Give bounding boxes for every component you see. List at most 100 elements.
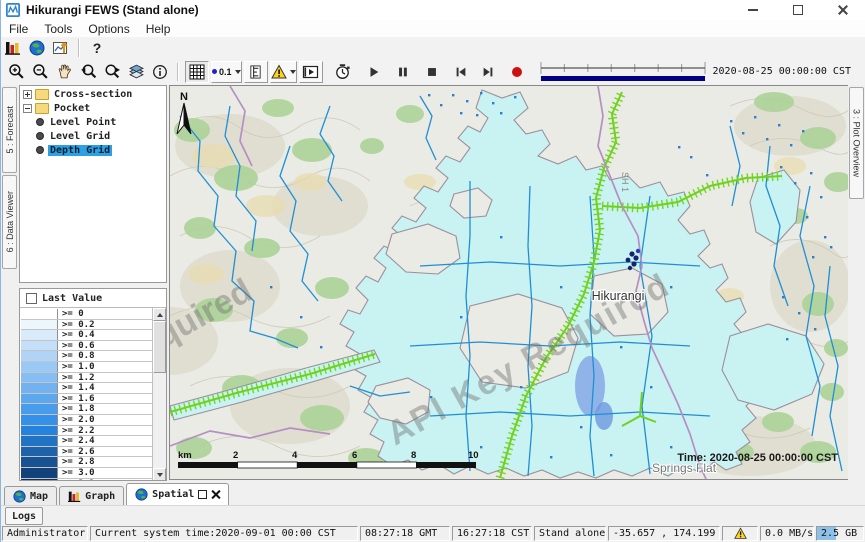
menu-file[interactable]: File <box>1 21 36 37</box>
menu-options[interactable]: Options <box>80 21 137 37</box>
menu-tools[interactable]: Tools <box>36 21 80 37</box>
warning-triangle-icon <box>734 527 747 540</box>
tree-item-pocket[interactable]: Pocket <box>20 102 166 114</box>
movie-icon <box>302 64 319 80</box>
close-button[interactable] <box>820 0 865 20</box>
warning-triangle-icon <box>271 64 287 80</box>
classbreak-dot-icon <box>212 69 217 74</box>
legend-row: >= 1.8 <box>21 404 152 415</box>
scrollbar-thumb[interactable] <box>153 321 166 373</box>
node-bullet-icon <box>36 118 44 126</box>
restore-pane-icon[interactable] <box>198 490 207 499</box>
tab-graph[interactable]: Graph <box>59 486 124 505</box>
folder-icon <box>35 103 49 114</box>
maximize-icon <box>793 5 803 15</box>
thresholds-dropdown[interactable] <box>270 61 297 83</box>
record-button[interactable] <box>506 62 528 82</box>
zoom-next-button[interactable] <box>101 62 123 82</box>
record-icon <box>511 66 523 78</box>
play-icon <box>367 65 381 79</box>
legend-row: >= 2.4 <box>21 436 152 447</box>
scale-unit-label: km <box>178 450 192 461</box>
play-button[interactable] <box>363 62 385 82</box>
legend-label: >= 0 <box>58 309 84 319</box>
animation-export-button[interactable] <box>299 61 323 83</box>
toolbar-separator <box>78 39 80 57</box>
zoom-in-button[interactable] <box>5 62 27 82</box>
tab-data-viewer[interactable]: 6 : Data Viewer <box>2 175 17 269</box>
legend-label: >= 3.0 <box>58 468 95 478</box>
status-gmt-time: 08:27:18 GMT <box>360 526 450 541</box>
arrow-down-icon <box>157 473 163 477</box>
legend-label: >= 3.2 <box>58 479 95 481</box>
info-icon <box>152 64 168 80</box>
expand-icon[interactable] <box>23 90 32 99</box>
legend-scrollbar[interactable] <box>152 308 166 481</box>
menu-help[interactable]: Help <box>138 21 179 37</box>
map-canvas[interactable]: API Key Required API Key Required Hikura… <box>169 85 850 480</box>
grid-toggle-button[interactable] <box>185 61 209 83</box>
info-button[interactable] <box>149 62 171 82</box>
legend-swatch <box>21 341 58 351</box>
toolbar-separator <box>177 63 179 81</box>
map-display-button[interactable] <box>26 38 48 58</box>
legend-swatch <box>21 415 58 425</box>
tab-data-viewer-label: 6 : Data Viewer <box>5 191 15 252</box>
logs-button[interactable]: Logs <box>5 507 43 525</box>
bottom-tab-bar: Map Graph Spatial <box>1 483 865 505</box>
filters-tree[interactable]: Cross-section Pocket Level Point Level G… <box>19 85 167 283</box>
help-icon: ? <box>93 40 102 56</box>
zoom-previous-button[interactable] <box>77 62 99 82</box>
stop-button[interactable] <box>421 62 443 82</box>
time-slider-track <box>539 60 707 84</box>
tab-plot-overview[interactable]: 3 : Plot Overview <box>849 87 864 199</box>
map-svg: API Key Required API Key Required Hikura… <box>170 86 849 479</box>
minimize-button[interactable] <box>730 0 775 20</box>
status-memory: 2.5 GB <box>816 526 864 541</box>
tree-item-cross-section[interactable]: Cross-section <box>20 88 166 100</box>
map-toolbar: 0.1 2020-0 <box>1 58 865 86</box>
layers-button[interactable] <box>125 62 147 82</box>
classbreaks-dropdown[interactable]: 0.1 <box>211 61 242 83</box>
help-button[interactable]: ? <box>86 38 108 58</box>
tree-item-label[interactable]: Level Point <box>48 117 118 128</box>
tree-item-label[interactable]: Cross-section <box>52 89 134 100</box>
zoom-out-button[interactable] <box>29 62 51 82</box>
node-bullet-icon <box>36 132 44 140</box>
main-area: 5 : Forecast 6 : Data Viewer Cross-secti… <box>1 85 865 483</box>
legend-swatch <box>21 468 58 478</box>
menu-bar: File Tools Options Help <box>1 20 865 38</box>
tree-item-level-grid[interactable]: Level Grid <box>20 130 166 142</box>
set-time-button[interactable] <box>332 62 354 82</box>
title-bar[interactable]: Hikurangi FEWS (Stand alone) <box>1 0 865 20</box>
first-step-button[interactable] <box>450 62 472 82</box>
tab-forecast[interactable]: 5 : Forecast <box>2 87 17 173</box>
legend-row: >= 2.8 <box>21 457 152 468</box>
collapse-icon[interactable] <box>23 104 32 113</box>
status-system-time: Current system time:2020-09-01 00:00 CST <box>90 526 358 541</box>
database-display-button[interactable] <box>2 38 24 58</box>
pause-button[interactable] <box>392 62 414 82</box>
last-value-checkbox[interactable] <box>26 293 37 304</box>
close-pane-icon[interactable] <box>211 490 220 499</box>
tab-spatial-active[interactable]: Spatial <box>126 483 229 505</box>
status-warning-cell[interactable] <box>722 526 758 541</box>
time-slider[interactable] <box>539 60 707 84</box>
close-icon <box>838 5 848 15</box>
tree-item-label-selected[interactable]: Depth Grid <box>48 145 112 156</box>
globe-icon <box>135 488 148 501</box>
tree-item-level-point[interactable]: Level Point <box>20 116 166 128</box>
profile-tool-button[interactable] <box>244 61 268 83</box>
tree-item-label[interactable]: Pocket <box>52 103 92 114</box>
legend-class-list: >= 0 >= 0.2 >= 0.4 >= 0.6 >= 0.8 >= 1.0 … <box>21 309 152 480</box>
legend-label: >= 1.6 <box>58 394 95 404</box>
scroll-down-button[interactable] <box>153 468 166 481</box>
tree-item-depth-grid-selected[interactable]: Depth Grid <box>20 144 166 156</box>
timeseries-display-button[interactable] <box>50 38 72 58</box>
tree-item-label[interactable]: Level Grid <box>48 131 112 142</box>
pan-button[interactable] <box>53 62 75 82</box>
tab-map[interactable]: Map <box>4 486 57 505</box>
scroll-up-button[interactable] <box>153 308 166 321</box>
last-step-button[interactable] <box>477 62 499 82</box>
maximize-button[interactable] <box>775 0 820 20</box>
